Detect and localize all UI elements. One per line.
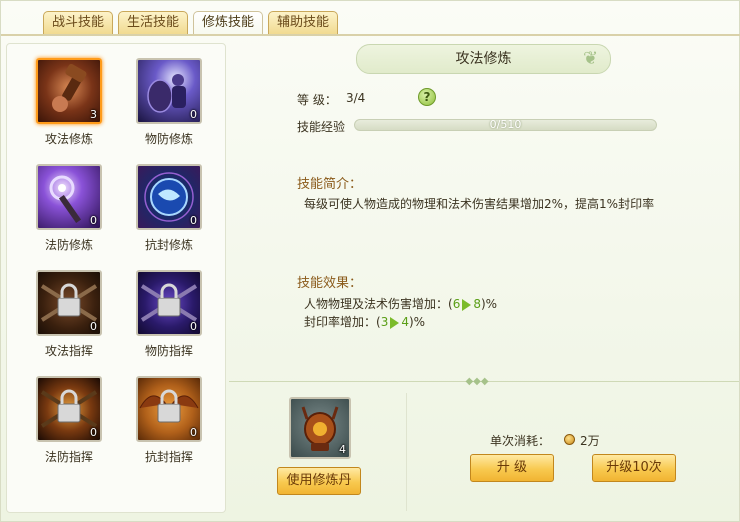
skill-count: 3 xyxy=(90,108,97,121)
skill-magic-defense-cultivation[interactable]: 0 法防修炼 xyxy=(29,164,109,264)
banner-deco-right: ❦ xyxy=(583,48,599,69)
shield-warrior-icon: 0 xyxy=(136,58,202,124)
coin-icon xyxy=(564,434,575,445)
cost-value: 2万 xyxy=(580,434,600,448)
bottom-vertical-separator xyxy=(406,393,407,511)
skill-count: 0 xyxy=(90,320,97,333)
skill-anti-seal-command[interactable]: 0 抗封指挥 xyxy=(129,376,209,476)
chain-lock-fire-icon: 0 xyxy=(36,376,102,442)
tab-bar: 战斗技能 生活技能 修炼技能 辅助技能 xyxy=(43,11,339,35)
skill-physical-defense-command[interactable]: 0 物防指挥 xyxy=(129,270,209,370)
hammer-fist-icon: 3 xyxy=(36,58,102,124)
level-label: 等 级： xyxy=(297,93,337,107)
chain-lock-wings-icon: 0 xyxy=(136,376,202,442)
exp-progress-bar: 0/510 xyxy=(354,119,657,131)
skill-count: 0 xyxy=(190,108,197,121)
skill-name: 物防修炼 xyxy=(144,132,193,146)
skill-name: 物防指挥 xyxy=(144,344,193,358)
arrow-right-icon xyxy=(462,298,472,311)
skill-name: 法防修炼 xyxy=(44,238,93,252)
tab-underline xyxy=(1,34,740,36)
chain-lock-icon: 0 xyxy=(36,270,102,336)
intro-text: 每级可使人物造成的物理和法术伤害结果增加2%，提高1%封印率 xyxy=(304,197,655,211)
skill-physical-defense-cultivation[interactable]: 0 物防修炼 xyxy=(129,58,209,158)
exp-label: 技能经验 xyxy=(297,120,346,134)
blue-orb-icon: 0 xyxy=(136,164,202,230)
cultivation-window: 战斗技能 生活技能 修炼技能 辅助技能 3 攻法修炼 0 物防修炼 0 法防修炼… xyxy=(0,0,740,522)
magic-staff-icon: 0 xyxy=(36,164,102,230)
skill-name: 法防指挥 xyxy=(44,450,93,464)
chain-lock-purple-icon: 0 xyxy=(136,270,202,336)
skill-count: 0 xyxy=(190,426,197,439)
use-pill-button[interactable]: 使用修炼丹 xyxy=(277,467,361,495)
upgrade-button[interactable]: 升 级 xyxy=(470,454,554,482)
upgrade-10-button[interactable]: 升级10次 xyxy=(592,454,676,482)
skill-name: 攻法指挥 xyxy=(44,344,93,358)
skill-list-panel: 3 攻法修炼 0 物防修炼 0 法防修炼 0 抗封修炼 0 攻法指挥 0 物防指… xyxy=(6,43,226,513)
skill-name: 抗封修炼 xyxy=(144,238,193,252)
skill-count: 0 xyxy=(90,214,97,227)
tab-cultivation-skills[interactable]: 修炼技能 xyxy=(193,11,264,35)
level-value: 3/4 xyxy=(346,91,366,105)
arrow-right-icon xyxy=(390,316,400,329)
effect-line-2: 封印率增加：(3 4)% xyxy=(304,313,425,330)
tab-combat-skills[interactable]: 战斗技能 xyxy=(43,11,114,35)
skill-name: 攻法修炼 xyxy=(44,132,93,146)
help-icon[interactable]: ? xyxy=(418,88,436,106)
skill-attack-command[interactable]: 0 攻法指挥 xyxy=(29,270,109,370)
skill-count: 0 xyxy=(190,320,197,333)
effect-prefix: 封印率增加：( xyxy=(304,315,381,329)
cultivation-pill-icon[interactable]: 4 xyxy=(289,397,351,459)
skill-anti-seal-cultivation[interactable]: 0 抗封修炼 xyxy=(129,164,209,264)
effect-to: 8 xyxy=(473,297,481,311)
intro-title: 技能简介： xyxy=(297,177,363,192)
divider-ornament: ◆◆◆ xyxy=(465,376,489,387)
tab-life-skills[interactable]: 生活技能 xyxy=(118,11,189,35)
skill-count: 0 xyxy=(90,426,97,439)
skill-magic-defense-command[interactable]: 0 法防指挥 xyxy=(29,376,109,476)
tab-support-skills[interactable]: 辅助技能 xyxy=(268,11,339,35)
skill-count: 0 xyxy=(190,214,197,227)
effect-to: 4 xyxy=(401,315,409,329)
effect-prefix: 人物物理及法术伤害增加：( xyxy=(304,297,453,311)
effect-title: 技能效果： xyxy=(297,276,363,291)
effect-line-1: 人物物理及法术伤害增加：(6 8)% xyxy=(304,295,497,312)
exp-progress-text: 0/510 xyxy=(489,119,522,131)
skill-name: 抗封指挥 xyxy=(144,450,193,464)
effect-from: 3 xyxy=(380,315,389,329)
skill-title-banner: 攻法修炼 xyxy=(356,44,611,74)
cost-label: 单次消耗： xyxy=(490,434,551,448)
effect-suffix: )% xyxy=(408,315,426,329)
item-count: 4 xyxy=(339,443,346,456)
effect-from: 6 xyxy=(452,297,461,311)
effect-suffix: )% xyxy=(480,297,498,311)
skill-attack-cultivation[interactable]: 3 攻法修炼 xyxy=(29,58,109,158)
